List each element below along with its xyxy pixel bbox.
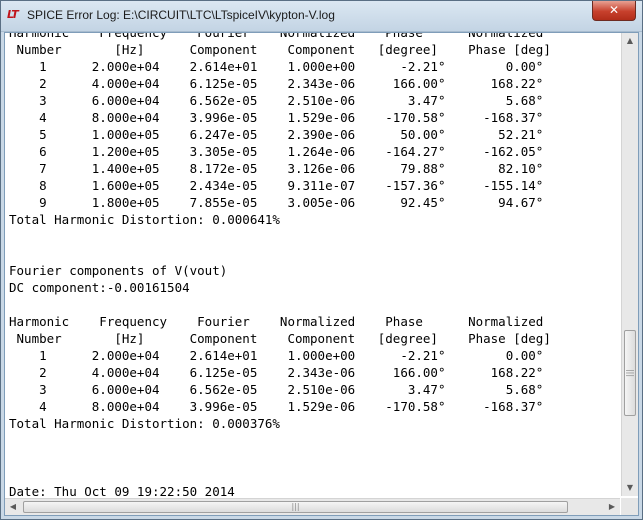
log-text-area[interactable]: Harmonic Frequency Fourier Normalized Ph… [5, 33, 620, 496]
scroll-up-arrow-icon[interactable]: ▲ [622, 33, 638, 49]
log-lines: Harmonic Frequency Fourier Normalized Ph… [9, 33, 551, 496]
log-line: 7 1.400e+05 8.172e-05 3.126e-06 79.88° 8… [9, 161, 544, 176]
vertical-scrollbar[interactable]: ▲ ||| ▼ [621, 33, 638, 496]
log-line: 4 8.000e+04 3.996e-05 1.529e-06 -170.58°… [9, 110, 544, 125]
window-title: SPICE Error Log: E:\CIRCUIT\LTC\LTspiceI… [27, 8, 335, 22]
title-bar[interactable]: LT SPICE Error Log: E:\CIRCUIT\LTC\LTspi… [1, 1, 642, 32]
log-line: Total Harmonic Distortion: 0.000641% [9, 212, 280, 227]
vertical-thumb-grip-icon: ||| [626, 368, 635, 378]
log-line: Harmonic Frequency Fourier Normalized Ph… [9, 314, 544, 329]
log-line: 6 1.200e+05 3.305e-05 1.264e-06 -164.27°… [9, 144, 544, 159]
horizontal-thumb-grip-icon: ||| [291, 502, 300, 511]
close-button[interactable]: ✕ [592, 1, 636, 21]
log-window: LT SPICE Error Log: E:\CIRCUIT\LTC\LTspi… [0, 0, 643, 520]
log-line: DC component:-0.00161504 [9, 280, 190, 295]
log-viewer[interactable]: Harmonic Frequency Fourier Normalized Ph… [4, 32, 639, 516]
scroll-left-arrow-icon[interactable]: ◀ [5, 499, 21, 515]
log-line: Total Harmonic Distortion: 0.000376% [9, 416, 280, 431]
horizontal-scroll-thumb[interactable]: ||| [23, 501, 568, 513]
log-line: 5 1.000e+05 6.247e-05 2.390e-06 50.00° 5… [9, 127, 544, 142]
log-line: 3 6.000e+04 6.562e-05 2.510e-06 3.47° 5.… [9, 382, 544, 397]
log-line: Harmonic Frequency Fourier Normalized Ph… [9, 33, 551, 41]
log-line: 1 2.000e+04 2.614e+01 1.000e+00 -2.21° 0… [9, 348, 544, 363]
vertical-scroll-thumb[interactable]: ||| [624, 330, 636, 416]
log-line: 9 1.800e+05 7.855e-05 3.005e-06 92.45° 9… [9, 195, 544, 210]
log-line: Number [Hz] Component Component [degree]… [9, 42, 551, 57]
log-line: 4 8.000e+04 3.996e-05 1.529e-06 -170.58°… [9, 399, 544, 414]
log-line: 1 2.000e+04 2.614e+01 1.000e+00 -2.21° 0… [9, 59, 544, 74]
scroll-down-arrow-icon[interactable]: ▼ [622, 480, 638, 496]
log-line: Number [Hz] Component Component [degree]… [9, 331, 551, 346]
log-line: 8 1.600e+05 2.434e-05 9.311e-07 -157.36°… [9, 178, 544, 193]
log-line: 2 4.000e+04 6.125e-05 2.343e-06 166.00° … [9, 76, 544, 91]
scroll-right-arrow-icon[interactable]: ▶ [604, 499, 620, 515]
log-line: Fourier components of V(vout) [9, 263, 228, 278]
scrollbar-corner [621, 498, 638, 515]
log-line: 2 4.000e+04 6.125e-05 2.343e-06 166.00° … [9, 365, 544, 380]
log-line: 3 6.000e+04 6.562e-05 2.510e-06 3.47° 5.… [9, 93, 544, 108]
ltspice-logo-icon: LT [7, 8, 19, 21]
log-line: Date: Thu Oct 09 19:22:50 2014 [9, 484, 235, 496]
horizontal-scrollbar[interactable]: ◀ ||| ▶ [5, 498, 620, 515]
